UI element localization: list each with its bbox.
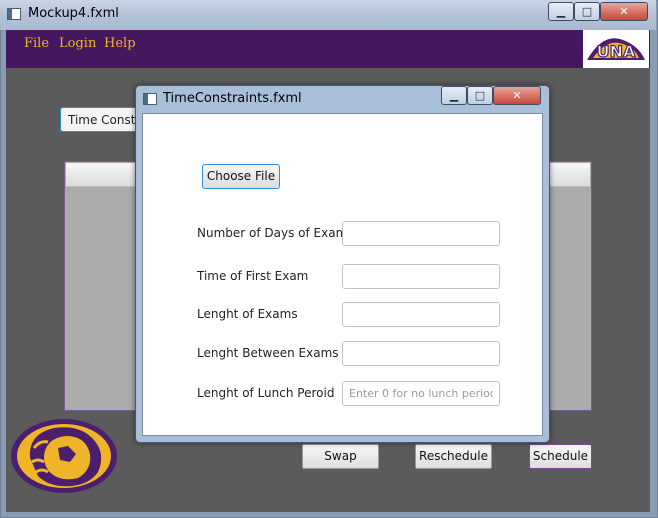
una-logo-text: UNA [597,42,636,61]
first-exam-time-input[interactable] [342,264,500,289]
maximize-button[interactable]: □ [574,2,600,21]
una-logo-graphic: UNA [587,38,645,62]
window-icon [7,8,21,20]
exam-length-label: Lenght of Exams [197,307,298,321]
schedule-button[interactable]: Schedule [529,444,592,469]
dialog-maximize-button[interactable]: □ [467,86,493,105]
menu-help[interactable]: Help [104,36,136,51]
minimize-button[interactable]: ▁ [548,2,574,21]
lion-logo [10,418,118,494]
dialog-minimize-button[interactable]: ▁ [441,86,467,105]
menu-login[interactable]: Login [59,36,96,51]
reschedule-button[interactable]: Reschedule [415,444,492,469]
time-constraints-dialog: TimeConstraints.fxml ▁ □ ✕ Choose File N… [135,85,550,443]
dialog-window-icon [143,93,157,105]
time-constraints-button[interactable]: Time Constraints [60,107,142,132]
swap-button[interactable]: Swap [302,444,379,469]
una-logo: UNA [583,30,649,68]
menubar [6,30,650,68]
days-of-exams-label: Number of Days of Exams [197,226,354,240]
days-of-exams-input[interactable] [342,221,500,246]
menu-file[interactable]: File [24,36,49,51]
lion-icon [11,419,117,493]
first-exam-time-label: Time of First Exam [197,269,309,283]
exam-length-input[interactable] [342,302,500,327]
lunch-period-label: Lenght of Lunch Peroid [197,386,335,400]
lunch-period-input[interactable] [342,381,500,406]
dialog-title: TimeConstraints.fxml [163,91,302,106]
main-titlebar[interactable]: Mockup4.fxml ▁ □ ✕ [0,0,656,30]
close-button[interactable]: ✕ [600,2,648,21]
between-exams-label: Lenght Between Exams [197,346,339,360]
between-exams-input[interactable] [342,341,500,366]
main-window-title: Mockup4.fxml [28,6,119,21]
dialog-body: Choose File Number of Days of Exams Time… [142,113,543,436]
choose-file-button[interactable]: Choose File [202,164,280,189]
dialog-close-button[interactable]: ✕ [493,86,541,105]
